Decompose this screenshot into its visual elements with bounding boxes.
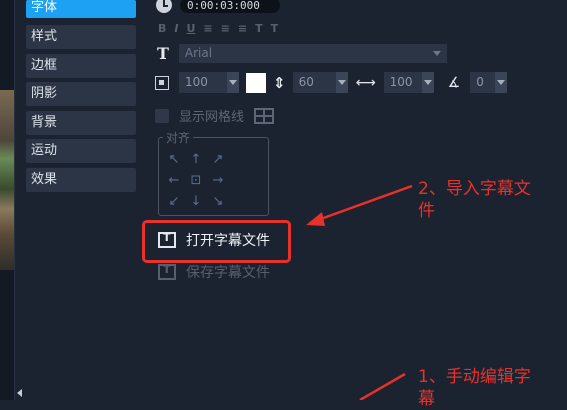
annotation-step2-line2: 件 — [418, 201, 435, 221]
arrow-to-edit-line — [359, 372, 406, 400]
annotation-step1-line1: 1、手动编辑字 — [418, 367, 531, 387]
annotation-step1: 1、手动编辑字 幕 — [418, 366, 531, 410]
arrow-to-open-line — [317, 184, 413, 222]
annotation-step1-line2: 幕 — [418, 389, 435, 409]
annotation-step2-line1: 2、导入字幕文 — [418, 179, 531, 199]
annotation-step2: 2、导入字幕文 件 — [418, 178, 531, 222]
arrow-to-open-head — [306, 212, 325, 226]
